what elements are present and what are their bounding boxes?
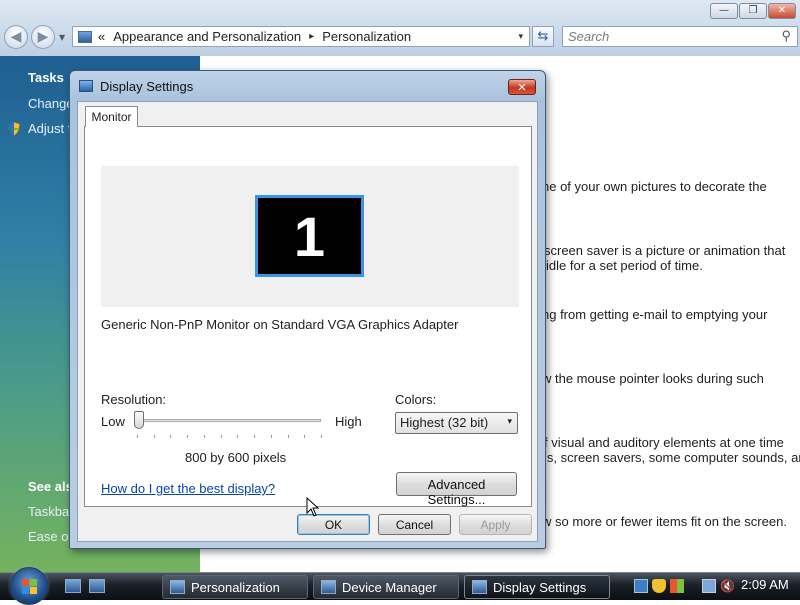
breadcrumb-separator-icon[interactable]: ▸: [309, 31, 314, 42]
resolution-high-label: High: [335, 414, 362, 429]
monitor-tab-panel: 1 Generic Non-PnP Monitor on Standard VG…: [84, 126, 532, 507]
network-icon[interactable]: [702, 579, 716, 593]
desc-screen-saver: screen saver is a picture or animation t…: [544, 243, 786, 258]
dialog-title: Display Settings: [100, 79, 194, 94]
tasks-heading: Tasks: [28, 70, 64, 85]
forward-button[interactable]: ▶: [31, 25, 55, 49]
colors-label: Colors:: [395, 392, 437, 407]
search-input[interactable]: Search ⚲: [562, 26, 798, 47]
chevron-down-icon: ▾: [507, 416, 512, 426]
tab-monitor[interactable]: Monitor: [85, 106, 138, 127]
uac-shield-icon: [7, 122, 21, 136]
clock[interactable]: 2:09 AM: [741, 577, 789, 592]
task-link-adjust[interactable]: Adjust f: [28, 121, 71, 136]
desc-display-settings: w so more or fewer items fit on the scre…: [542, 514, 787, 529]
task-link-change[interactable]: Change: [28, 96, 74, 111]
taskbar: Personalization Device Manager Display S…: [0, 567, 800, 605]
resolution-slider-ticks: [137, 435, 322, 439]
address-bar[interactable]: « Appearance and Personalization ▸ Perso…: [72, 26, 530, 47]
dialog-body: Monitor 1 Generic Non-PnP Monitor on Sta…: [77, 101, 538, 542]
colors-selected-value: Highest (32 bit): [400, 415, 489, 430]
refresh-icon: ⇆: [537, 29, 549, 44]
desc-screen-saver-2: idle for a set period of time.: [546, 258, 703, 273]
colors-dropdown[interactable]: Highest (32 bit) ▾: [395, 412, 518, 434]
slider-tick: [287, 435, 289, 438]
back-arrow-icon: ◀: [10, 29, 22, 45]
slider-tick: [203, 435, 205, 438]
search-icon[interactable]: ⚲: [781, 28, 791, 44]
monitor-preview-area: 1: [101, 166, 519, 307]
desc-theme: f visual and auditory elements at one ti…: [544, 435, 784, 450]
desc-theme-2: ls, screen savers, some computer sounds,…: [544, 450, 800, 465]
task-label: Personalization: [191, 580, 280, 595]
volume-muted-icon[interactable]: 🔇: [720, 579, 735, 593]
task-device-manager[interactable]: Device Manager: [313, 575, 459, 599]
slider-tick: [254, 435, 256, 438]
maximize-button[interactable]: ❐: [739, 3, 767, 19]
slider-tick: [153, 435, 155, 438]
display-settings-icon: [79, 80, 93, 92]
show-desktop-icon[interactable]: [65, 579, 81, 593]
address-overflow-chevron[interactable]: «: [98, 29, 105, 44]
display-settings-dialog: Display Settings ✕ Monitor 1 Generic Non…: [69, 70, 546, 549]
slider-tick: [270, 435, 272, 438]
apply-button[interactable]: Apply: [459, 514, 532, 535]
monitor-1-tile[interactable]: 1: [255, 195, 364, 277]
windows-logo-icon-part: [30, 579, 37, 586]
refresh-button[interactable]: ⇆: [532, 26, 554, 47]
close-icon: ✕: [517, 80, 527, 94]
resolution-slider-track[interactable]: [135, 419, 321, 422]
windows-logo-icon-part: [30, 587, 37, 594]
see-also-taskbar[interactable]: Taskbar: [28, 504, 74, 519]
adapter-description: Generic Non-PnP Monitor on Standard VGA …: [101, 317, 459, 332]
security-shield-icon[interactable]: [652, 579, 666, 593]
ok-button[interactable]: OK: [297, 514, 370, 535]
slider-tick: [321, 435, 322, 438]
mouse-cursor-icon: [306, 497, 320, 517]
window-close-button[interactable]: ✕: [768, 3, 796, 19]
task-personalization[interactable]: Personalization: [162, 575, 308, 599]
see-also-ease-of-access[interactable]: Ease of: [28, 529, 72, 544]
windows-logo-icon-part: [22, 587, 29, 594]
control-panel-icon: [78, 30, 92, 43]
switch-windows-icon[interactable]: [89, 579, 105, 593]
windows-logo-icon: [22, 579, 29, 586]
cancel-button[interactable]: Cancel: [378, 514, 451, 535]
advanced-settings-button[interactable]: Advanced Settings...: [396, 472, 517, 507]
address-dropdown-icon[interactable]: ▾: [518, 31, 523, 42]
back-button[interactable]: ◀: [4, 25, 28, 49]
slider-tick: [170, 435, 172, 438]
resolution-low-label: Low: [101, 414, 125, 429]
tray-app-icon[interactable]: [634, 579, 648, 593]
slider-tick: [220, 435, 222, 438]
resolution-value: 800 by 600 pixels: [185, 450, 287, 465]
display-settings-task-icon: [472, 580, 487, 594]
start-button[interactable]: [10, 567, 48, 605]
breadcrumb-appearance[interactable]: Appearance and Personalization: [113, 29, 301, 44]
slider-tick: [187, 435, 189, 438]
device-manager-task-icon: [321, 580, 336, 594]
breadcrumb-personalization[interactable]: Personalization: [322, 29, 411, 44]
personalization-task-icon: [170, 580, 185, 594]
task-label: Device Manager: [342, 580, 437, 595]
desc-sounds: ng from getting e-mail to emptying your: [542, 307, 768, 322]
desc-mouse-pointers: w the mouse pointer looks during such: [542, 371, 764, 386]
recent-pages-dropdown-icon[interactable]: ▼: [59, 33, 65, 42]
forward-arrow-icon: ▶: [37, 29, 49, 45]
slider-tick: [304, 435, 306, 438]
dialog-close-button[interactable]: ✕: [508, 79, 536, 95]
best-display-help-link[interactable]: How do I get the best display?: [101, 481, 275, 496]
desc-desktop-background: ne of your own pictures to decorate the: [542, 179, 767, 194]
minimize-button[interactable]: —: [710, 3, 738, 19]
slider-tick: [137, 435, 138, 438]
resolution-label: Resolution:: [101, 392, 167, 407]
resolution-slider-thumb[interactable]: [134, 411, 144, 429]
explorer-chrome: — ❐ ✕ ◀ ▶ ▼ « Appearance and Personaliza…: [0, 0, 800, 56]
task-display-settings[interactable]: Display Settings: [464, 575, 610, 599]
task-label: Display Settings: [493, 580, 587, 595]
slider-tick: [237, 435, 239, 438]
search-placeholder: Search: [568, 29, 610, 44]
windows-flag-icon[interactable]: [670, 579, 684, 593]
